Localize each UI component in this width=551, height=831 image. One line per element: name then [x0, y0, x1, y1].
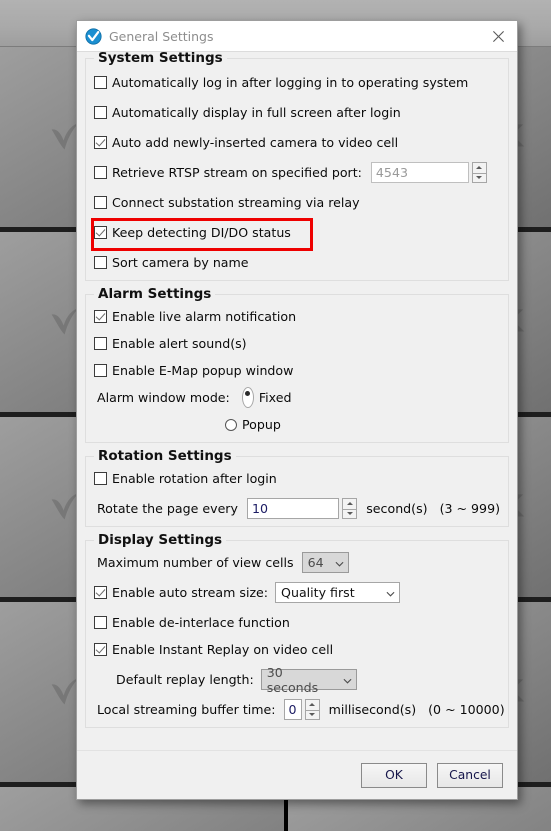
group-alarm-settings: Alarm Settings Enable live alarm notific…	[85, 286, 509, 443]
replay-length-select[interactable]: 30 seconds	[260, 665, 357, 695]
general-settings-dialog: General Settings System Settings Automat…	[76, 20, 518, 800]
row-rtsp-port[interactable]: Retrieve RTSP stream on specified port: …	[94, 162, 500, 183]
row-auto-fullscreen[interactable]: Automatically display in full screen aft…	[94, 102, 500, 123]
row-max-view-cells: Maximum number of view cells 64	[97, 552, 500, 573]
close-icon[interactable]	[485, 24, 511, 48]
row-alarm-window-mode: Alarm window mode: Fixed	[97, 387, 500, 408]
streaming-buffer-spinner[interactable]	[304, 699, 320, 720]
checkbox-enable-rotation[interactable]	[94, 472, 107, 485]
checkbox-emap-popup[interactable]	[94, 364, 107, 377]
checkbox-live-alarm-notification[interactable]	[94, 310, 107, 323]
label-max-view-cells: Maximum number of view cells	[97, 555, 294, 570]
row-alert-sound[interactable]: Enable alert sound(s)	[94, 333, 500, 354]
label-sort-camera-by-name: Sort camera by name	[112, 255, 249, 270]
rotate-interval-spinner[interactable]	[342, 498, 358, 519]
checkbox-auto-stream-size[interactable]	[94, 586, 107, 599]
label-auto-stream-size: Enable auto stream size:	[112, 585, 269, 600]
label-replay-length: Default replay length:	[116, 672, 254, 687]
max-view-cells-select[interactable]: 64	[301, 552, 349, 573]
label-emap-popup: Enable E-Map popup window	[112, 363, 294, 378]
row-instant-replay[interactable]: Enable Instant Replay on video cell	[94, 639, 500, 660]
cancel-button[interactable]: Cancel	[437, 762, 503, 788]
ok-button[interactable]: OK	[361, 762, 427, 788]
label-streaming-buffer: Local streaming buffer time:	[97, 702, 276, 717]
rotate-interval-input[interactable]: 10	[246, 498, 340, 519]
row-auto-login[interactable]: Automatically log in after logging in to…	[94, 72, 500, 93]
row-emap-popup[interactable]: Enable E-Map popup window	[94, 360, 500, 381]
row-auto-add-camera[interactable]: Auto add newly-inserted camera to video …	[94, 132, 500, 153]
label-rotate-unit: second(s)	[366, 501, 428, 516]
label-keep-detecting-dido: Keep detecting DI/DO status	[112, 225, 291, 240]
row-live-alarm-notification[interactable]: Enable live alarm notification	[94, 306, 500, 327]
checkbox-deinterlace[interactable]	[94, 616, 107, 629]
dialog-title-bar: General Settings	[77, 21, 517, 52]
row-deinterlace[interactable]: Enable de-interlace function	[94, 612, 500, 633]
checkbox-auto-login[interactable]	[94, 76, 107, 89]
streaming-buffer-spinner-down[interactable]	[304, 709, 320, 720]
rotate-interval-spinner-down[interactable]	[342, 508, 358, 519]
auto-stream-size-value: Quality first	[281, 585, 355, 600]
checkbox-substation-relay[interactable]	[94, 196, 107, 209]
label-alert-sound: Enable alert sound(s)	[112, 336, 247, 351]
label-mode-popup: Popup	[242, 417, 281, 432]
label-auto-fullscreen: Automatically display in full screen aft…	[112, 105, 401, 120]
replay-length-value: 30 seconds	[266, 664, 319, 695]
chevron-down-icon	[386, 585, 395, 600]
rotation-settings-legend: Rotation Settings	[94, 448, 236, 464]
rtsp-port-spinner[interactable]	[471, 162, 487, 183]
row-substation-relay[interactable]: Connect substation streaming via relay	[94, 192, 500, 213]
row-replay-length: Default replay length: 30 seconds	[116, 665, 500, 695]
streaming-buffer-spinner-up[interactable]	[304, 699, 320, 710]
row-sort-camera-by-name[interactable]: Sort camera by name	[94, 252, 500, 273]
dialog-title: General Settings	[109, 28, 214, 44]
max-view-cells-value: 64	[307, 555, 324, 570]
rtsp-port-spinner-down[interactable]	[471, 172, 487, 183]
rtsp-port-spinner-up[interactable]	[471, 162, 487, 173]
row-enable-rotation[interactable]: Enable rotation after login	[94, 468, 500, 489]
auto-stream-size-select[interactable]: Quality first	[275, 582, 401, 603]
chevron-down-icon	[343, 672, 352, 687]
row-auto-stream-size[interactable]: Enable auto stream size: Quality first	[94, 582, 500, 603]
chevron-down-icon	[335, 555, 344, 570]
dialog-footer: OK Cancel	[77, 750, 517, 799]
label-deinterlace: Enable de-interlace function	[112, 615, 290, 630]
row-keep-detecting-dido[interactable]: Keep detecting DI/DO status	[91, 218, 500, 251]
system-settings-legend: System Settings	[94, 52, 227, 66]
group-display-settings: Display Settings Maximum number of view …	[85, 532, 509, 728]
label-mode-fixed: Fixed	[258, 390, 292, 405]
streaming-buffer-input[interactable]: 0	[283, 699, 302, 720]
label-enable-rotation: Enable rotation after login	[112, 471, 277, 486]
rtsp-port-input[interactable]: 4543	[370, 162, 469, 183]
label-live-alarm-notification: Enable live alarm notification	[112, 309, 297, 324]
radio-mode-popup[interactable]	[225, 418, 237, 431]
checkbox-alert-sound[interactable]	[94, 337, 107, 350]
checkbox-keep-detecting-dido[interactable]	[94, 226, 107, 239]
label-buffer-range: (0 ~ 10000)	[428, 702, 505, 717]
radio-mode-fixed[interactable]	[241, 387, 254, 408]
row-alarm-window-mode-popup: Popup	[225, 414, 500, 435]
display-settings-legend: Display Settings	[94, 532, 227, 548]
checkbox-instant-replay[interactable]	[94, 643, 107, 656]
label-buffer-unit: millisecond(s)	[328, 702, 417, 717]
vivotek-logo-icon	[85, 27, 102, 45]
rotate-interval-spinner-up[interactable]	[342, 498, 358, 509]
checkbox-rtsp-port[interactable]	[94, 166, 107, 179]
alarm-settings-legend: Alarm Settings	[94, 286, 216, 302]
label-rotate-interval: Rotate the page every	[97, 501, 238, 516]
dialog-body: System Settings Automatically log in aft…	[77, 52, 517, 750]
label-substation-relay: Connect substation streaming via relay	[112, 195, 360, 210]
group-system-settings: System Settings Automatically log in aft…	[85, 52, 509, 281]
label-alarm-window-mode: Alarm window mode:	[97, 390, 230, 405]
checkbox-auto-fullscreen[interactable]	[94, 106, 107, 119]
label-rtsp-port: Retrieve RTSP stream on specified port:	[112, 165, 362, 180]
label-instant-replay: Enable Instant Replay on video cell	[112, 642, 334, 657]
row-rotate-interval: Rotate the page every 10 second(s) (3 ~ …	[97, 498, 500, 519]
group-rotation-settings: Rotation Settings Enable rotation after …	[85, 448, 509, 527]
row-streaming-buffer: Local streaming buffer time: 0 milliseco…	[97, 699, 505, 720]
label-rotate-range: (3 ~ 999)	[439, 501, 500, 516]
checkbox-sort-camera-by-name[interactable]	[94, 256, 107, 269]
label-auto-add-camera: Auto add newly-inserted camera to video …	[112, 135, 399, 150]
label-auto-login: Automatically log in after logging in to…	[112, 75, 469, 90]
checkbox-auto-add-camera[interactable]	[94, 136, 107, 149]
